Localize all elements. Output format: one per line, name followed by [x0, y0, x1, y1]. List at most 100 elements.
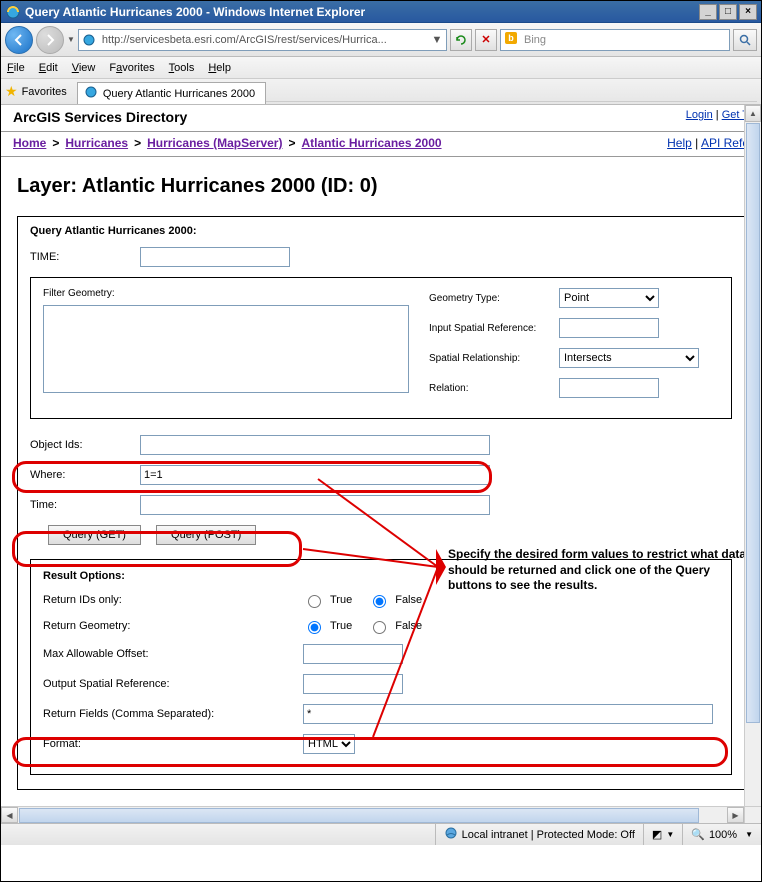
return-ids-true-radio[interactable]: [308, 595, 321, 608]
return-geom-label: Return Geometry:: [43, 620, 303, 632]
stop-button[interactable]: ✕: [475, 29, 497, 51]
menu-favorites[interactable]: Favorites: [109, 62, 154, 74]
relation-label: Relation:: [429, 383, 559, 394]
zoom-text: 100%: [709, 829, 737, 841]
return-ids-label: Return IDs only:: [43, 594, 303, 606]
breadcrumb-layer[interactable]: Atlantic Hurricanes 2000: [301, 136, 441, 150]
search-button[interactable]: [733, 29, 757, 51]
refresh-button[interactable]: [450, 29, 472, 51]
where-label: Where:: [30, 469, 140, 481]
format-select[interactable]: HTML: [303, 734, 355, 754]
form-legend: Query Atlantic Hurricanes 2000:: [30, 225, 732, 237]
object-ids-label: Object Ids:: [30, 439, 140, 451]
scroll-left-icon[interactable]: ◀: [1, 807, 18, 823]
query-form: Query Atlantic Hurricanes 2000: TIME: Fi…: [17, 216, 745, 790]
geometry-type-select[interactable]: Point: [559, 288, 659, 308]
menu-edit[interactable]: Edit: [39, 62, 58, 74]
scroll-thumb-h[interactable]: [19, 808, 699, 823]
svg-text:b: b: [508, 33, 514, 43]
return-fields-label: Return Fields (Comma Separated):: [43, 708, 303, 720]
return-ids-false-label: False: [395, 594, 422, 606]
breadcrumb-mapserver[interactable]: Hurricanes (MapServer): [147, 136, 282, 150]
window-title: Query Atlantic Hurricanes 2000 - Windows…: [25, 5, 699, 19]
geometry-filter-box: Filter Geometry: Geometry Type: Point In…: [30, 277, 732, 419]
return-geom-true-label: True: [330, 620, 352, 632]
scroll-right-icon[interactable]: ▶: [727, 807, 744, 823]
relation-input[interactable]: [559, 378, 659, 398]
address-bar[interactable]: ▼: [78, 29, 447, 51]
url-input[interactable]: [100, 33, 430, 47]
filter-geometry-label: Filter Geometry:: [43, 288, 409, 299]
output-sr-label: Output Spatial Reference:: [43, 678, 303, 690]
query-get-button[interactable]: Query (GET): [48, 525, 141, 545]
output-sr-input[interactable]: [303, 674, 403, 694]
page-mode-icon: ◩: [652, 828, 662, 841]
spatial-rel-label: Spatial Relationship:: [429, 353, 559, 364]
window-titlebar: Query Atlantic Hurricanes 2000 - Windows…: [1, 1, 761, 23]
tab-title: Query Atlantic Hurricanes 2000: [103, 88, 255, 100]
nav-dropdown-icon[interactable]: ▼: [67, 35, 75, 44]
breadcrumb-hurricanes[interactable]: Hurricanes: [65, 136, 128, 150]
menu-file[interactable]: File: [7, 62, 25, 74]
return-geom-false-radio[interactable]: [373, 621, 386, 634]
annotation-text: Specify the desired form values to restr…: [448, 547, 748, 594]
vertical-scrollbar[interactable]: ▲ ▼: [744, 105, 761, 823]
return-ids-true-label: True: [330, 594, 352, 606]
service-header: ArcGIS Services Directory Login | Get T: [1, 105, 761, 132]
forward-button[interactable]: [36, 26, 64, 54]
object-ids-input[interactable]: [140, 435, 490, 455]
api-reference-link[interactable]: API Refe: [701, 136, 749, 150]
input-sr-input[interactable]: [559, 318, 659, 338]
tab-page-icon: [84, 85, 98, 102]
time-upper-input[interactable]: [140, 247, 290, 267]
return-fields-input[interactable]: [303, 704, 713, 724]
maximize-button[interactable]: □: [719, 4, 737, 20]
help-link[interactable]: Help: [667, 136, 692, 150]
menu-bar: File Edit View Favorites Tools Help: [1, 57, 761, 79]
minimize-button[interactable]: _: [699, 4, 717, 20]
search-input[interactable]: [522, 33, 726, 47]
scroll-up-icon[interactable]: ▲: [745, 105, 761, 122]
format-label: Format:: [43, 738, 303, 750]
status-bar: Local intranet | Protected Mode: Off ◩ ▼…: [1, 823, 761, 845]
return-ids-false-radio[interactable]: [373, 595, 386, 608]
query-post-button[interactable]: Query (POST): [156, 525, 256, 545]
menu-view[interactable]: View: [72, 62, 96, 74]
scroll-corner: [744, 806, 761, 823]
favorites-bar: ★ Favorites Query Atlantic Hurricanes 20…: [1, 79, 761, 105]
filter-geometry-input[interactable]: [43, 305, 409, 393]
favorites-label[interactable]: Favorites: [22, 86, 67, 98]
favorites-star-icon[interactable]: ★: [5, 83, 18, 100]
page-title: Layer: Atlantic Hurricanes 2000 (ID: 0): [17, 175, 761, 198]
geometry-type-label: Geometry Type:: [429, 293, 559, 304]
internet-zone-icon: [444, 826, 458, 843]
back-button[interactable]: [5, 26, 33, 54]
time-lower-input[interactable]: [140, 495, 490, 515]
service-title: ArcGIS Services Directory: [13, 109, 187, 125]
where-input[interactable]: [140, 465, 490, 485]
zoom-icon: 🔍: [691, 828, 705, 841]
menu-help[interactable]: Help: [208, 62, 231, 74]
breadcrumb-bar: Home > Hurricanes > Hurricanes (MapServe…: [1, 132, 761, 157]
status-seg-1[interactable]: ◩ ▼: [643, 824, 682, 845]
max-offset-input[interactable]: [303, 644, 403, 664]
spatial-rel-select[interactable]: Intersects: [559, 348, 699, 368]
search-box[interactable]: b: [500, 29, 730, 51]
scroll-thumb-v[interactable]: [746, 123, 760, 723]
breadcrumb-home[interactable]: Home: [13, 136, 46, 150]
security-zone[interactable]: Local intranet | Protected Mode: Off: [435, 824, 643, 845]
login-link[interactable]: Login: [686, 109, 713, 121]
address-dropdown-icon[interactable]: ▼: [430, 34, 444, 46]
ie-icon: [5, 4, 21, 20]
zone-text: Local intranet | Protected Mode: Off: [462, 829, 635, 841]
zoom-level[interactable]: 🔍 100% ▼: [682, 824, 761, 845]
input-sr-label: Input Spatial Reference:: [429, 323, 559, 334]
return-geom-false-label: False: [395, 620, 422, 632]
navigation-toolbar: ▼ ▼ ✕ b: [1, 23, 761, 57]
return-geom-true-radio[interactable]: [308, 621, 321, 634]
menu-tools[interactable]: Tools: [169, 62, 195, 74]
close-button[interactable]: ×: [739, 4, 757, 20]
browser-tab[interactable]: Query Atlantic Hurricanes 2000: [77, 82, 266, 104]
horizontal-scrollbar[interactable]: ◀ ▶: [1, 806, 744, 823]
time-upper-label: TIME:: [30, 251, 140, 263]
